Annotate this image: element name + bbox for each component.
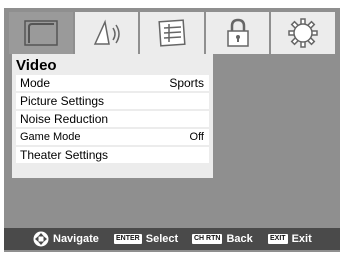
gear-icon — [288, 18, 318, 48]
menu-item-theater-settings[interactable]: Theater Settings — [16, 147, 209, 163]
exit-key-icon: EXIT — [268, 234, 288, 244]
menu-item-label: Game Mode — [20, 131, 81, 143]
back-label: Back — [226, 233, 253, 245]
menu-item-label: Mode — [20, 76, 51, 90]
tab-audio[interactable] — [74, 12, 139, 54]
menu-frame: Video Mode Sports Picture Settings Noise… — [4, 8, 340, 252]
setup-icon — [158, 19, 186, 47]
dpad-icon — [33, 231, 49, 247]
picture-icon — [24, 20, 58, 46]
menu-item-value: Off — [189, 131, 204, 143]
ch-rtn-key-icon: CH RTN — [192, 234, 223, 244]
tab-lock[interactable] — [205, 12, 270, 54]
menu-list: Mode Sports Picture Settings Noise Reduc… — [16, 75, 209, 165]
tv-screen: Video Mode Sports Picture Settings Noise… — [0, 0, 344, 254]
menu-item-picture-settings[interactable]: Picture Settings — [16, 93, 209, 109]
exit-label: Exit — [291, 233, 312, 245]
menu-item-label: Picture Settings — [20, 94, 105, 108]
navigate-label: Navigate — [53, 233, 99, 245]
enter-key-icon: ENTER — [114, 234, 142, 244]
tab-settings[interactable] — [271, 12, 335, 54]
menu-item-label: Noise Reduction — [20, 112, 109, 126]
tab-setup[interactable] — [140, 12, 204, 54]
tab-picture[interactable] — [9, 12, 73, 54]
video-menu-panel: Video Mode Sports Picture Settings Noise… — [12, 54, 213, 178]
lock-icon — [226, 18, 249, 47]
select-label: Select — [145, 233, 179, 245]
help-exit: EXIT Exit — [268, 231, 312, 247]
menu-item-game-mode[interactable]: Game Mode Off — [16, 129, 209, 145]
audio-icon — [94, 19, 121, 45]
menu-item-value: Sports — [169, 76, 204, 90]
menu-title: Video — [16, 57, 57, 74]
menu-item-label: Theater Settings — [20, 148, 109, 162]
menu-item-noise-reduction[interactable]: Noise Reduction — [16, 111, 209, 127]
help-bar: Navigate ENTER Select CH RTN Back EXIT E… — [4, 228, 340, 250]
help-select: ENTER Select — [114, 231, 178, 247]
help-navigate: Navigate — [32, 231, 99, 247]
help-back: CH RTN Back — [192, 231, 253, 247]
menu-item-mode[interactable]: Mode Sports — [16, 75, 209, 91]
menu-tab-bar — [9, 12, 335, 54]
